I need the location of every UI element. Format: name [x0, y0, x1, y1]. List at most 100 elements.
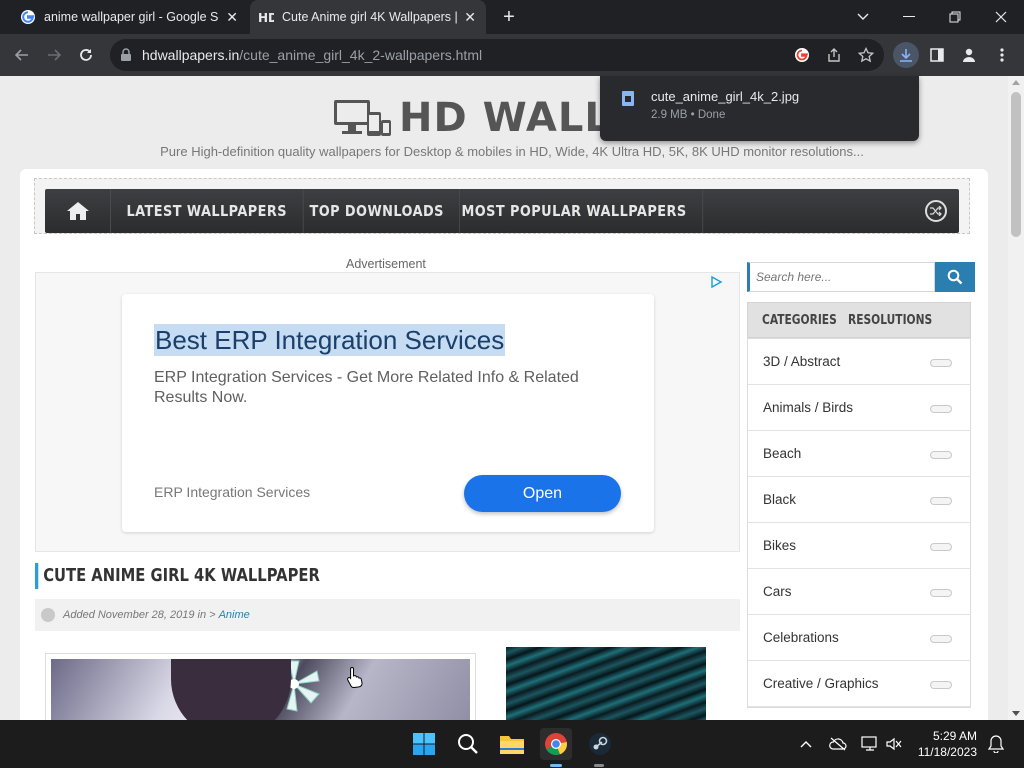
close-tab-icon[interactable]: ✕ — [464, 9, 476, 25]
address-bar[interactable]: hdwallpapers.in/cute_anime_girl_4k_2-wal… — [110, 39, 884, 71]
ad-description: ERP Integration Services - Get More Rela… — [154, 369, 579, 406]
post-meta: Added November 28, 2019 in > Anime — [35, 599, 740, 631]
category-item[interactable]: Cars — [748, 569, 970, 615]
google-lens-icon[interactable] — [790, 43, 814, 67]
close-tab-icon[interactable]: ✕ — [226, 9, 238, 25]
ad-advertiser: ERP Integration Services — [154, 484, 311, 500]
devices-logo-icon — [334, 100, 391, 136]
file-explorer-button[interactable] — [496, 728, 528, 760]
tab-title: Cute Anime girl 4K Wallpapers | H — [282, 10, 457, 24]
google-g-icon — [21, 10, 35, 24]
lock-icon — [121, 48, 131, 61]
svg-text:HD: HD — [258, 11, 274, 25]
shuffle-icon[interactable] — [925, 200, 947, 222]
minimize-button[interactable] — [886, 0, 932, 34]
download-filename[interactable]: cute_anime_girl_4k_2.jpg — [651, 89, 799, 104]
category-label: Black — [763, 492, 797, 507]
count-badge — [930, 543, 952, 551]
back-button[interactable] — [10, 43, 34, 67]
volume-muted-icon[interactable] — [884, 734, 904, 754]
nav-home-button[interactable] — [45, 189, 111, 233]
hand-cursor-icon — [347, 666, 363, 688]
steam-taskbar-button[interactable] — [584, 728, 616, 760]
download-bubble: cute_anime_girl_4k_2.jpg 2.9 MB • Done — [600, 76, 919, 141]
wallpaper-preview[interactable] — [45, 653, 476, 720]
category-item[interactable]: Animals / Birds — [748, 385, 970, 431]
browser-toolbar: hdwallpapers.in/cute_anime_girl_4k_2-wal… — [0, 34, 1024, 76]
ad-card[interactable]: Best ERP Integration Services ERP Integr… — [122, 294, 654, 532]
network-icon[interactable] — [860, 734, 880, 754]
ad-title[interactable]: Best ERP Integration Services — [154, 324, 506, 356]
ad-container: Best ERP Integration Services ERP Integr… — [35, 272, 740, 552]
tray-overflow-chevron-icon[interactable] — [796, 734, 816, 754]
taskbar-clock[interactable]: 5:29 AM 11/18/2023 — [907, 728, 977, 760]
count-badge — [930, 405, 952, 413]
tab-search-chevron-icon[interactable] — [840, 0, 886, 34]
file-icon — [622, 91, 634, 106]
nav-top-downloads[interactable]: TOP DOWNLOADS — [294, 189, 461, 233]
taskbar-search-button[interactable] — [452, 728, 484, 760]
adchoices-icon[interactable] — [709, 275, 723, 289]
scroll-down-arrow-icon[interactable] — [1012, 711, 1020, 716]
tab-resolutions[interactable]: RESOLUTIONS — [848, 303, 932, 337]
scrollbar-thumb[interactable] — [1011, 92, 1021, 237]
forward-button[interactable] — [42, 43, 66, 67]
category-label: Cars — [763, 584, 792, 599]
tab-hd-wallpapers[interactable]: HD Cute Anime girl 4K Wallpapers | H ✕ — [250, 0, 486, 34]
post-title: CUTE ANIME GIRL 4K WALLPAPER — [35, 563, 320, 589]
category-label: Beach — [763, 446, 802, 461]
share-icon[interactable] — [822, 43, 846, 67]
clock-time: 5:29 AM — [932, 729, 977, 743]
post-category-link[interactable]: Anime — [219, 609, 250, 621]
tab-google-search[interactable]: anime wallpaper girl - Google Se ✕ — [12, 0, 248, 34]
related-wallpaper-thumbnail[interactable] — [506, 647, 706, 720]
cloud-offline-icon[interactable] — [828, 734, 848, 754]
search-input[interactable] — [747, 262, 935, 292]
category-item[interactable]: 3D / Abstract — [748, 339, 970, 385]
profile-icon[interactable] — [957, 43, 981, 67]
sidebar-tabs: CATEGORIES RESOLUTIONS — [747, 302, 971, 338]
page-scrollbar[interactable] — [1008, 76, 1024, 720]
steam-icon — [589, 733, 611, 755]
bookmark-star-icon[interactable] — [854, 43, 878, 67]
download-status: 2.9 MB • Done — [651, 109, 726, 121]
anime-girl-image[interactable] — [51, 659, 470, 720]
count-badge — [930, 497, 952, 505]
chrome-icon — [545, 733, 568, 756]
nav-wrapper: LATEST WALLPAPERS TOP DOWNLOADS MOST POP… — [34, 178, 970, 234]
category-item[interactable]: Black — [748, 477, 970, 523]
home-icon — [66, 202, 89, 220]
category-item[interactable]: Beach — [748, 431, 970, 477]
tab-categories[interactable]: CATEGORIES — [762, 303, 837, 337]
close-window-button[interactable] — [978, 0, 1024, 34]
clock-icon — [41, 608, 55, 622]
ad-open-button[interactable]: Open — [464, 475, 621, 512]
tab-strip: anime wallpaper girl - Google Se ✕ HD Cu… — [0, 0, 1024, 34]
start-button[interactable] — [408, 728, 440, 760]
folder-icon — [500, 736, 524, 754]
count-badge — [930, 359, 952, 367]
download-icon[interactable] — [893, 42, 919, 68]
ad-label: Advertisement — [346, 257, 426, 271]
category-label: Animals / Birds — [763, 400, 854, 415]
search-button[interactable] — [935, 262, 975, 292]
nav-latest-wallpapers[interactable]: LATEST WALLPAPERS — [111, 189, 304, 233]
category-item[interactable]: Bikes — [748, 523, 970, 569]
nav-most-popular[interactable]: MOST POPULAR WALLPAPERS — [446, 189, 703, 233]
search-icon — [458, 734, 478, 754]
clock-date: 11/18/2023 — [917, 745, 977, 759]
restore-button[interactable] — [932, 0, 978, 34]
scroll-up-arrow-icon[interactable] — [1012, 80, 1020, 85]
category-label: Creative / Graphics — [763, 676, 879, 691]
menu-dots-icon[interactable] — [990, 43, 1014, 67]
category-item[interactable]: Creative / Graphics — [748, 661, 970, 707]
notification-bell-icon[interactable] — [986, 734, 1006, 754]
side-panel-icon[interactable] — [925, 43, 949, 67]
new-tab-button[interactable]: + — [498, 6, 520, 28]
count-badge — [930, 635, 952, 643]
search-icon — [947, 269, 963, 285]
reload-button[interactable] — [74, 43, 98, 67]
hd-wallpapers-icon: HD — [258, 11, 274, 25]
chrome-taskbar-button[interactable] — [540, 728, 572, 760]
category-item[interactable]: Celebrations — [748, 615, 970, 661]
